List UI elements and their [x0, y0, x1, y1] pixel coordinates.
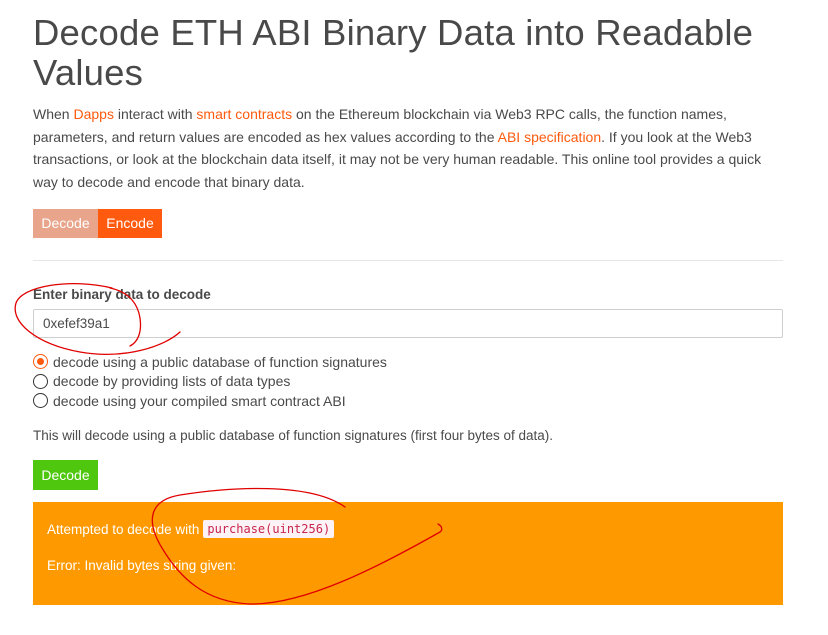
radio-button[interactable]	[33, 373, 48, 389]
tab-encode[interactable]: Encode	[98, 209, 162, 238]
dapps-link[interactable]: Dapps	[73, 106, 113, 122]
radio-button[interactable]	[33, 393, 48, 409]
radio-label-public-db: decode using a public database of functi…	[53, 353, 387, 370]
decode-method-group: decode using a public database of functi…	[33, 352, 387, 411]
function-signature: purchase(uint256)	[203, 520, 335, 538]
intro-text-1: When	[33, 106, 74, 122]
radio-label-contract-abi: decode using your compiled smart contrac…	[53, 392, 346, 409]
radio-option-data-types[interactable]: decode by providing lists of data types	[33, 372, 387, 392]
result-panel: Attempted to decode with purchase(uint25…	[33, 502, 783, 605]
radio-button-selected[interactable]	[33, 354, 48, 370]
radio-label-data-types: decode by providing lists of data types	[53, 373, 291, 390]
abi-specification-link[interactable]: ABI specification	[498, 129, 602, 145]
tab-decode[interactable]: Decode	[33, 209, 98, 238]
intro-text-2: interact with	[113, 106, 197, 122]
decode-button[interactable]: Decode	[33, 460, 98, 490]
method-help-text: This will decode using a public database…	[33, 428, 554, 443]
attempt-line: Attempted to decode with purchase(uint25…	[47, 520, 335, 538]
mode-tabs: Decode Encode	[33, 209, 162, 238]
radio-option-public-db[interactable]: decode using a public database of functi…	[33, 352, 387, 372]
smart-contracts-link[interactable]: smart contracts	[196, 106, 292, 122]
intro-paragraph: When Dapps interact with smart contracts…	[33, 103, 783, 193]
binary-data-input[interactable]	[33, 309, 783, 338]
attempt-prefix: Attempted to decode with	[47, 521, 200, 537]
radio-option-contract-abi[interactable]: decode using your compiled smart contrac…	[33, 391, 387, 411]
section-divider	[33, 260, 783, 261]
error-message: Error: Invalid bytes string given:	[47, 558, 237, 573]
page-title: Decode ETH ABI Binary Data into Readable…	[33, 12, 754, 93]
binary-data-label: Enter binary data to decode	[33, 287, 211, 302]
